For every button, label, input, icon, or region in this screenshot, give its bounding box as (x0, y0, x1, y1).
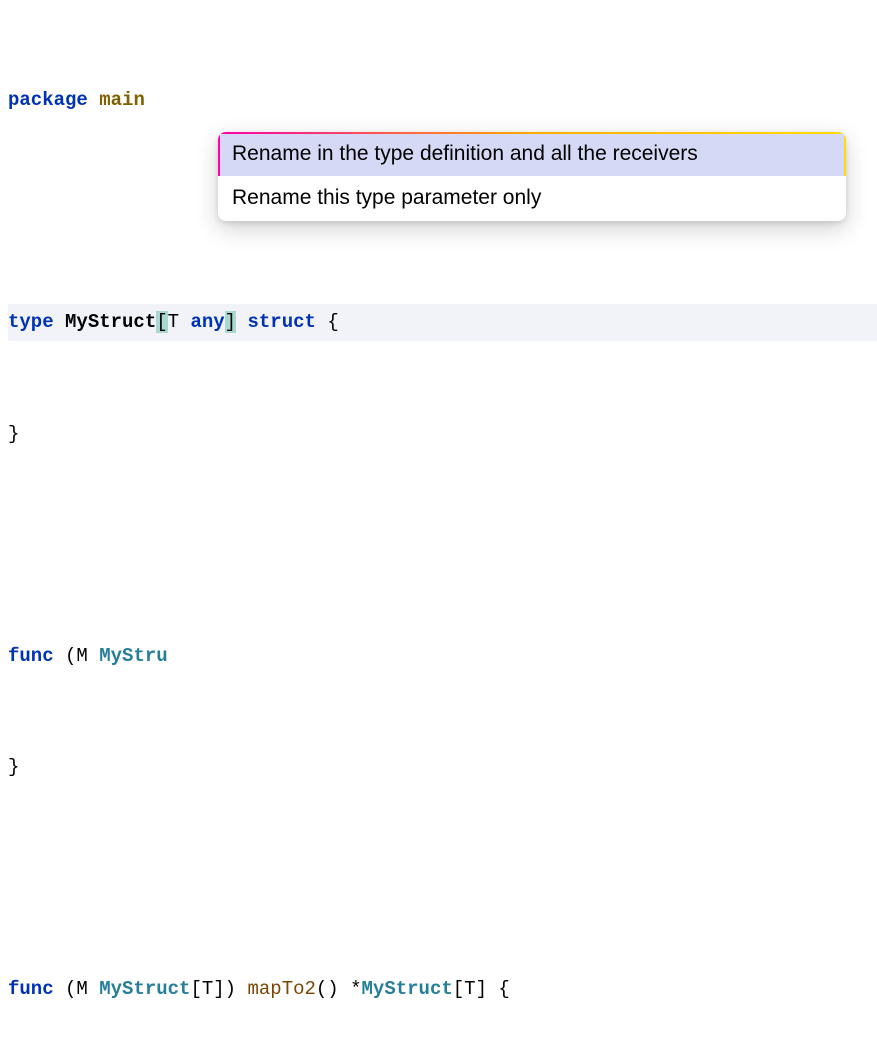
return-type: MyStruct (362, 978, 453, 1000)
paren: () (316, 978, 339, 1000)
receiver-type: MyStru (99, 645, 167, 667)
bracket-highlighted: ] (225, 311, 236, 333)
keyword-any: any (190, 311, 224, 333)
brace: { (498, 978, 509, 1000)
code-line-5 (8, 527, 877, 564)
rename-option-this-only[interactable]: Rename this type parameter only (218, 176, 846, 220)
code-line-8 (8, 860, 877, 897)
star: * (350, 978, 361, 1000)
type-param: T (168, 311, 179, 333)
code-line-7: } (8, 749, 877, 786)
paren: ) (225, 978, 236, 1000)
paren: ( (65, 645, 76, 667)
code-line-3: type MyStruct[T any] struct { (8, 304, 877, 341)
selection-border (844, 132, 846, 176)
bracket: [ (453, 978, 464, 1000)
receiver-type: MyStruct (99, 978, 190, 1000)
bracket: ] (476, 978, 487, 1000)
type-name: MyStruct (65, 311, 156, 333)
bracket: [ (190, 978, 201, 1000)
code-line-6: func (M MyStru (8, 638, 877, 675)
rename-popup: Rename in the type definition and all th… (218, 132, 846, 221)
brace: { (327, 311, 338, 333)
bracket-highlighted: [ (156, 311, 167, 333)
rename-option-this-only-label: Rename this type parameter only (232, 186, 541, 209)
keyword-struct: struct (247, 311, 315, 333)
receiver: M (76, 978, 87, 1000)
type-param: T (464, 978, 475, 1000)
code-line-4: } (8, 416, 877, 453)
keyword-func: func (8, 978, 54, 1000)
bracket: ] (213, 978, 224, 1000)
code-line-1: package main (8, 82, 877, 119)
keyword-func: func (8, 645, 54, 667)
paren: ( (65, 978, 76, 1000)
receiver: M (76, 645, 87, 667)
brace: } (8, 756, 19, 778)
rename-option-all-label: Rename in the type definition and all th… (232, 142, 698, 165)
brace: } (8, 423, 19, 445)
code-line-9: func (M MyStruct[T]) mapTo2() *MyStruct[… (8, 971, 877, 1008)
func-name: mapTo2 (247, 978, 315, 1000)
type-param: T (202, 978, 213, 1000)
keyword-package: package (8, 89, 88, 111)
rename-option-all[interactable]: Rename in the type definition and all th… (218, 132, 846, 176)
keyword-type: type (8, 311, 54, 333)
package-name: main (99, 89, 145, 111)
